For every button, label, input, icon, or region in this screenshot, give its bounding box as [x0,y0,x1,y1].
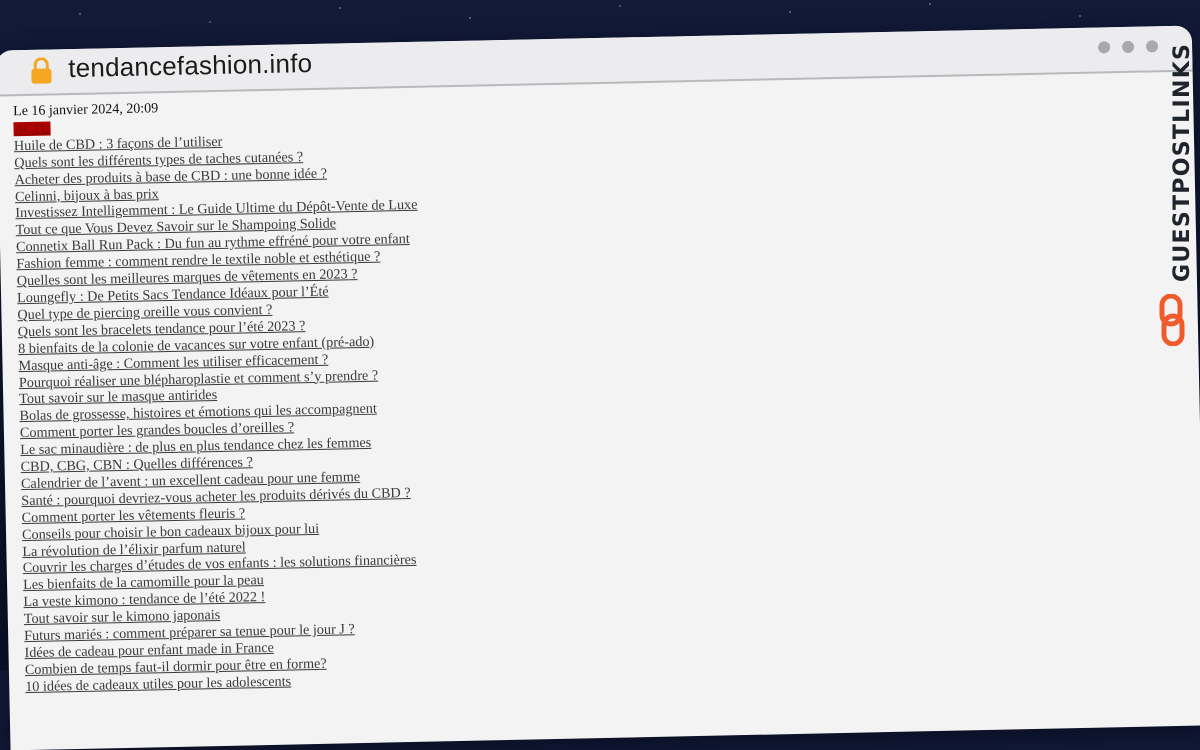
brand-watermark: GUESTPOSTLINKS [1150,43,1195,350]
article-list: Huile de CBD : 3 façons de l’utiliser Que… [14,115,1125,696]
url-text[interactable]: tendancefashion.info [68,48,313,84]
article-link[interactable]: Celinni, bijoux à bas prix [15,186,159,205]
window-control-dot[interactable] [1121,40,1135,54]
window-control-dot[interactable] [1097,41,1111,54]
category-badge[interactable]: ACTU [13,120,52,137]
brand-name: GUESTPOSTLINKS [1170,42,1195,282]
lock-icon [31,57,52,84]
page-content: Le 16 janvier 2024, 20:09 ACTU Huile de … [13,81,1126,744]
browser-window: tendancefashion.info Le 16 janvier 2024,… [0,25,1200,750]
browser-mockup: tendancefashion.info Le 16 janvier 2024,… [0,0,1200,750]
chain-link-icon [1159,294,1185,346]
